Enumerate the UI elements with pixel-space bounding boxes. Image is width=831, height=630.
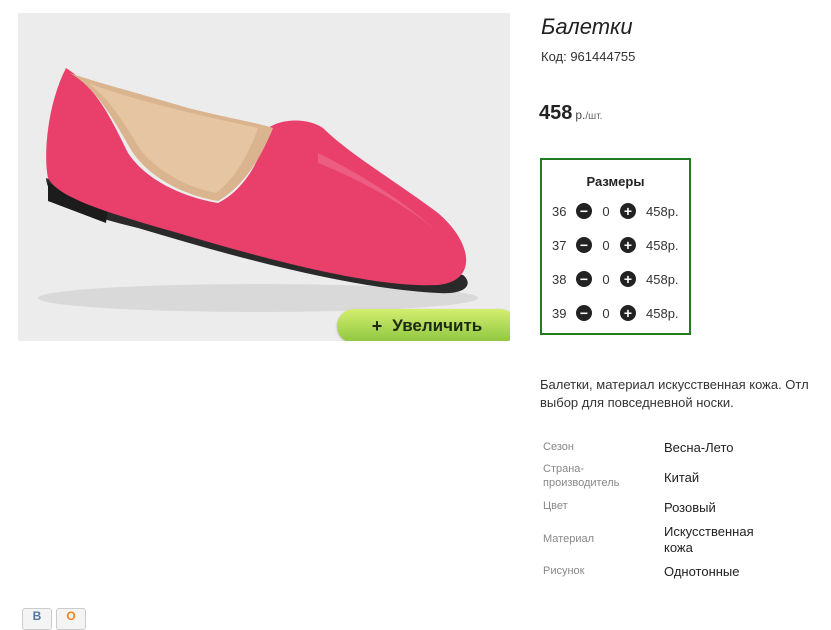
property-key: Рисунок [543, 565, 585, 577]
property-key: Страна- [543, 463, 585, 475]
price-per: /шт. [585, 111, 603, 122]
shoe-illustration [38, 68, 478, 312]
product-title: Балетки [541, 14, 633, 39]
size-price: 458р. [646, 271, 679, 287]
property-value: Весна-Лето [664, 440, 734, 455]
size-price: 458р. [646, 203, 679, 219]
property-value: Искусственная [664, 524, 754, 539]
sizes-header: Размеры [586, 174, 645, 189]
size-value: 39 [552, 305, 567, 321]
plus-icon[interactable]: + [620, 305, 636, 321]
minus-icon[interactable]: − [576, 203, 592, 219]
minus-icon[interactable]: − [576, 271, 592, 287]
property-key: Цвет [543, 500, 568, 512]
plus-icon[interactable]: + [620, 271, 636, 287]
property-value: Однотонные [664, 564, 740, 579]
size-value: 36 [552, 203, 567, 219]
description-line: Балетки, материал искусственная кожа. От… [540, 377, 809, 392]
size-value: 37 [552, 237, 567, 253]
quantity-value: 0 [602, 305, 610, 321]
product-description: Балетки, материал искусственная кожа. От… [540, 376, 831, 412]
size-price: 458р. [646, 305, 679, 321]
property-value: Розовый [664, 500, 716, 515]
product-image[interactable]: + Увеличить [18, 13, 510, 341]
size-value: 38 [552, 271, 567, 287]
product-code: Код: 961444755 [541, 49, 636, 64]
size-row: 37 − 0 + 458р. [552, 235, 679, 255]
quantity-value: 0 [602, 271, 610, 287]
quantity-value: 0 [602, 203, 610, 219]
description-line: выбор для повседневной носки. [540, 395, 734, 410]
size-price: 458р. [646, 237, 679, 253]
price-unit: р./шт. [575, 108, 602, 122]
property-key: Материал [543, 533, 594, 545]
minus-icon[interactable]: − [576, 305, 592, 321]
minus-icon[interactable]: − [576, 237, 592, 253]
vk-share-icon[interactable]: В [22, 608, 52, 630]
ok-share-icon[interactable]: О [56, 608, 86, 630]
plus-icon[interactable]: + [620, 237, 636, 253]
zoom-button[interactable]: + Увеличить [337, 309, 510, 341]
plus-icon: + [371, 315, 383, 336]
size-row: 38 − 0 + 458р. [552, 269, 679, 289]
quantity-value: 0 [602, 237, 610, 253]
product-price: 458 р./шт. [539, 102, 602, 125]
price-currency: р. [575, 108, 586, 122]
social-buttons: В О [22, 608, 86, 630]
property-key: Сезон [543, 441, 574, 453]
property-value: Китай [664, 470, 700, 485]
zoom-button-label: Увеличить [392, 316, 483, 335]
sizes-box: Размеры 36 − 0 + 458р. 37 − 0 + 458р. 38… [540, 158, 691, 335]
size-row: 39 − 0 + 458р. [552, 303, 679, 323]
property-key: производитель [543, 477, 620, 489]
size-row: 36 − 0 + 458р. [552, 201, 679, 221]
plus-icon[interactable]: + [620, 203, 636, 219]
price-value: 458 [539, 102, 573, 124]
property-value: кожа [664, 540, 693, 555]
